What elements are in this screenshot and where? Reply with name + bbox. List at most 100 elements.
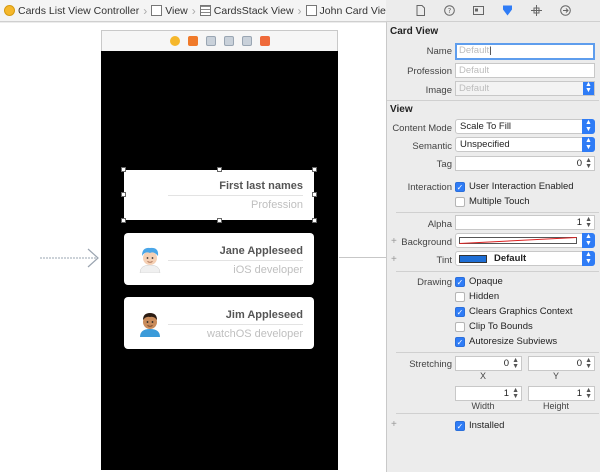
background-color-popup[interactable]: ▲ ▼	[455, 233, 595, 248]
inspector-tabs: ?	[386, 0, 600, 22]
stretching-label: Stretching	[409, 359, 452, 370]
checkbox-empty-icon	[455, 291, 465, 302]
alpha-field[interactable]: 1 ▲ ▼	[455, 215, 595, 230]
card-view-selected[interactable]: First last names Profession	[121, 167, 317, 223]
object-icon[interactable]	[205, 36, 216, 46]
profession-label: Profession	[407, 66, 452, 77]
checkmark-icon: ✓	[455, 276, 465, 287]
blue-hair-avatar-icon	[139, 247, 161, 273]
card-profession-label: watchOS developer	[207, 328, 303, 340]
stepper-icon[interactable]: ▲ ▼	[585, 157, 592, 170]
attributes-icon[interactable]	[502, 5, 513, 16]
background-label: Background	[401, 237, 452, 248]
stepper-icon[interactable]: ▲ ▼	[512, 357, 519, 370]
add-variation-icon[interactable]: +	[391, 419, 397, 430]
breadcrumb-separator: ›	[191, 3, 196, 18]
stack-view-icon	[199, 5, 211, 16]
multiple-touch-checkbox[interactable]: Multiple Touch	[455, 196, 530, 207]
stretch-x-field[interactable]: 0 ▲ ▼	[455, 356, 522, 371]
object-icon[interactable]	[241, 36, 252, 46]
checkbox-empty-icon	[455, 321, 465, 332]
hidden-checkbox[interactable]: Hidden	[455, 291, 499, 302]
checkmark-icon: ✓	[455, 181, 465, 192]
section-divider	[396, 212, 599, 213]
profession-field[interactable]: Default	[455, 63, 595, 78]
tint-color-popup[interactable]: Default ▲ ▼	[455, 251, 595, 266]
resize-handle[interactable]	[312, 218, 317, 223]
semantic-popup[interactable]: Unspecified ▲ ▼	[455, 137, 595, 152]
clip-to-bounds-checkbox[interactable]: Clip To Bounds	[455, 321, 533, 332]
stretch-y-field[interactable]: 0 ▲ ▼	[528, 356, 595, 371]
name-field[interactable]: Default|	[455, 43, 595, 60]
card-divider	[168, 324, 303, 325]
identity-icon[interactable]	[473, 5, 484, 16]
checkmark-icon: ✓	[455, 306, 465, 317]
resize-handle[interactable]	[312, 167, 317, 172]
resize-handle[interactable]	[217, 167, 222, 172]
scene-dock	[101, 30, 338, 51]
card-view-section-title: Card View	[390, 26, 439, 37]
breadcrumb-item-controller[interactable]: Cards List View Controller	[4, 5, 139, 17]
image-field[interactable]: Default ▲ ▼	[455, 81, 595, 96]
user-interaction-checkbox[interactable]: ✓ User Interaction Enabled	[455, 181, 574, 192]
tint-color-swatch	[459, 255, 487, 263]
card-view[interactable]: Jim Appleseed watchOS developer	[124, 297, 314, 349]
card-name-label: Jane Appleseed	[219, 245, 303, 257]
resize-handle[interactable]	[121, 192, 126, 197]
exit-icon[interactable]	[259, 36, 270, 46]
scene-view[interactable]: First last names Profession Jane Applese…	[101, 51, 338, 470]
y-label: Y	[552, 371, 559, 381]
card-view[interactable]: Jane Appleseed iOS developer	[124, 233, 314, 285]
name-label: Name	[426, 46, 452, 57]
chevron-updown-icon: ▲ ▼	[582, 233, 595, 248]
stretch-height-field[interactable]: 1 ▲ ▼	[528, 386, 595, 401]
chevron-updown-icon: ▲ ▼	[582, 119, 595, 134]
clears-graphics-checkbox[interactable]: ✓ Clears Graphics Context	[455, 306, 572, 317]
file-icon[interactable]	[415, 5, 426, 16]
stretch-width-field[interactable]: 1 ▲ ▼	[455, 386, 522, 401]
content-mode-label: Content Mode	[392, 123, 452, 134]
connections-icon[interactable]	[560, 5, 571, 16]
x-label: X	[479, 371, 486, 381]
add-variation-icon[interactable]: +	[391, 254, 397, 265]
opaque-checkbox[interactable]: ✓ Opaque	[455, 276, 503, 287]
first-responder-icon[interactable]	[187, 36, 198, 46]
breadcrumb-separator: ›	[297, 3, 302, 18]
view-controller-icon	[4, 5, 15, 16]
size-icon[interactable]	[531, 5, 542, 16]
breadcrumb-item-view[interactable]: View	[151, 5, 188, 17]
breadcrumb-item-card[interactable]: John Card View	[305, 5, 386, 17]
card-name-label: Jim Appleseed	[225, 309, 303, 321]
object-icon[interactable]	[223, 36, 234, 46]
resize-handle[interactable]	[312, 192, 317, 197]
semantic-label: Semantic	[412, 141, 452, 152]
card-profession-label: Profession	[251, 199, 303, 211]
entry-point-arrow-icon[interactable]	[40, 248, 100, 268]
chevron-updown-icon: ▲ ▼	[582, 251, 595, 266]
canvas-guide-line	[339, 257, 386, 258]
view-icon	[151, 5, 163, 16]
width-label: Width	[471, 401, 495, 411]
stepper-icon[interactable]: ▲ ▼	[585, 216, 592, 229]
checkmark-icon: ✓	[455, 420, 465, 431]
help-icon[interactable]: ?	[444, 5, 455, 16]
add-variation-icon[interactable]: +	[391, 236, 397, 247]
card-name-label: First last names	[219, 180, 303, 192]
autoresize-checkbox[interactable]: ✓ Autoresize Subviews	[455, 336, 557, 347]
stepper-icon[interactable]: ▲ ▼	[585, 357, 592, 370]
view-controller-icon[interactable]	[169, 36, 180, 46]
tag-field[interactable]: 0 ▲ ▼	[455, 156, 595, 171]
resize-handle[interactable]	[121, 218, 126, 223]
breadcrumb-item-stack[interactable]: CardsStack View	[199, 5, 294, 17]
resize-handle[interactable]	[121, 167, 126, 172]
stepper-icon[interactable]: ▲ ▼	[512, 387, 519, 400]
content-mode-popup[interactable]: Scale To Fill ▲ ▼	[455, 119, 595, 134]
dark-hair-avatar-icon	[140, 313, 160, 337]
installed-checkbox[interactable]: ✓ Installed	[455, 420, 504, 431]
height-label: Height	[542, 401, 569, 411]
svg-text:?: ?	[448, 7, 452, 15]
resize-handle[interactable]	[217, 218, 222, 223]
tint-label: Tint	[436, 255, 452, 266]
chevron-updown-icon: ▲ ▼	[582, 137, 595, 152]
stepper-icon[interactable]: ▲ ▼	[585, 387, 592, 400]
